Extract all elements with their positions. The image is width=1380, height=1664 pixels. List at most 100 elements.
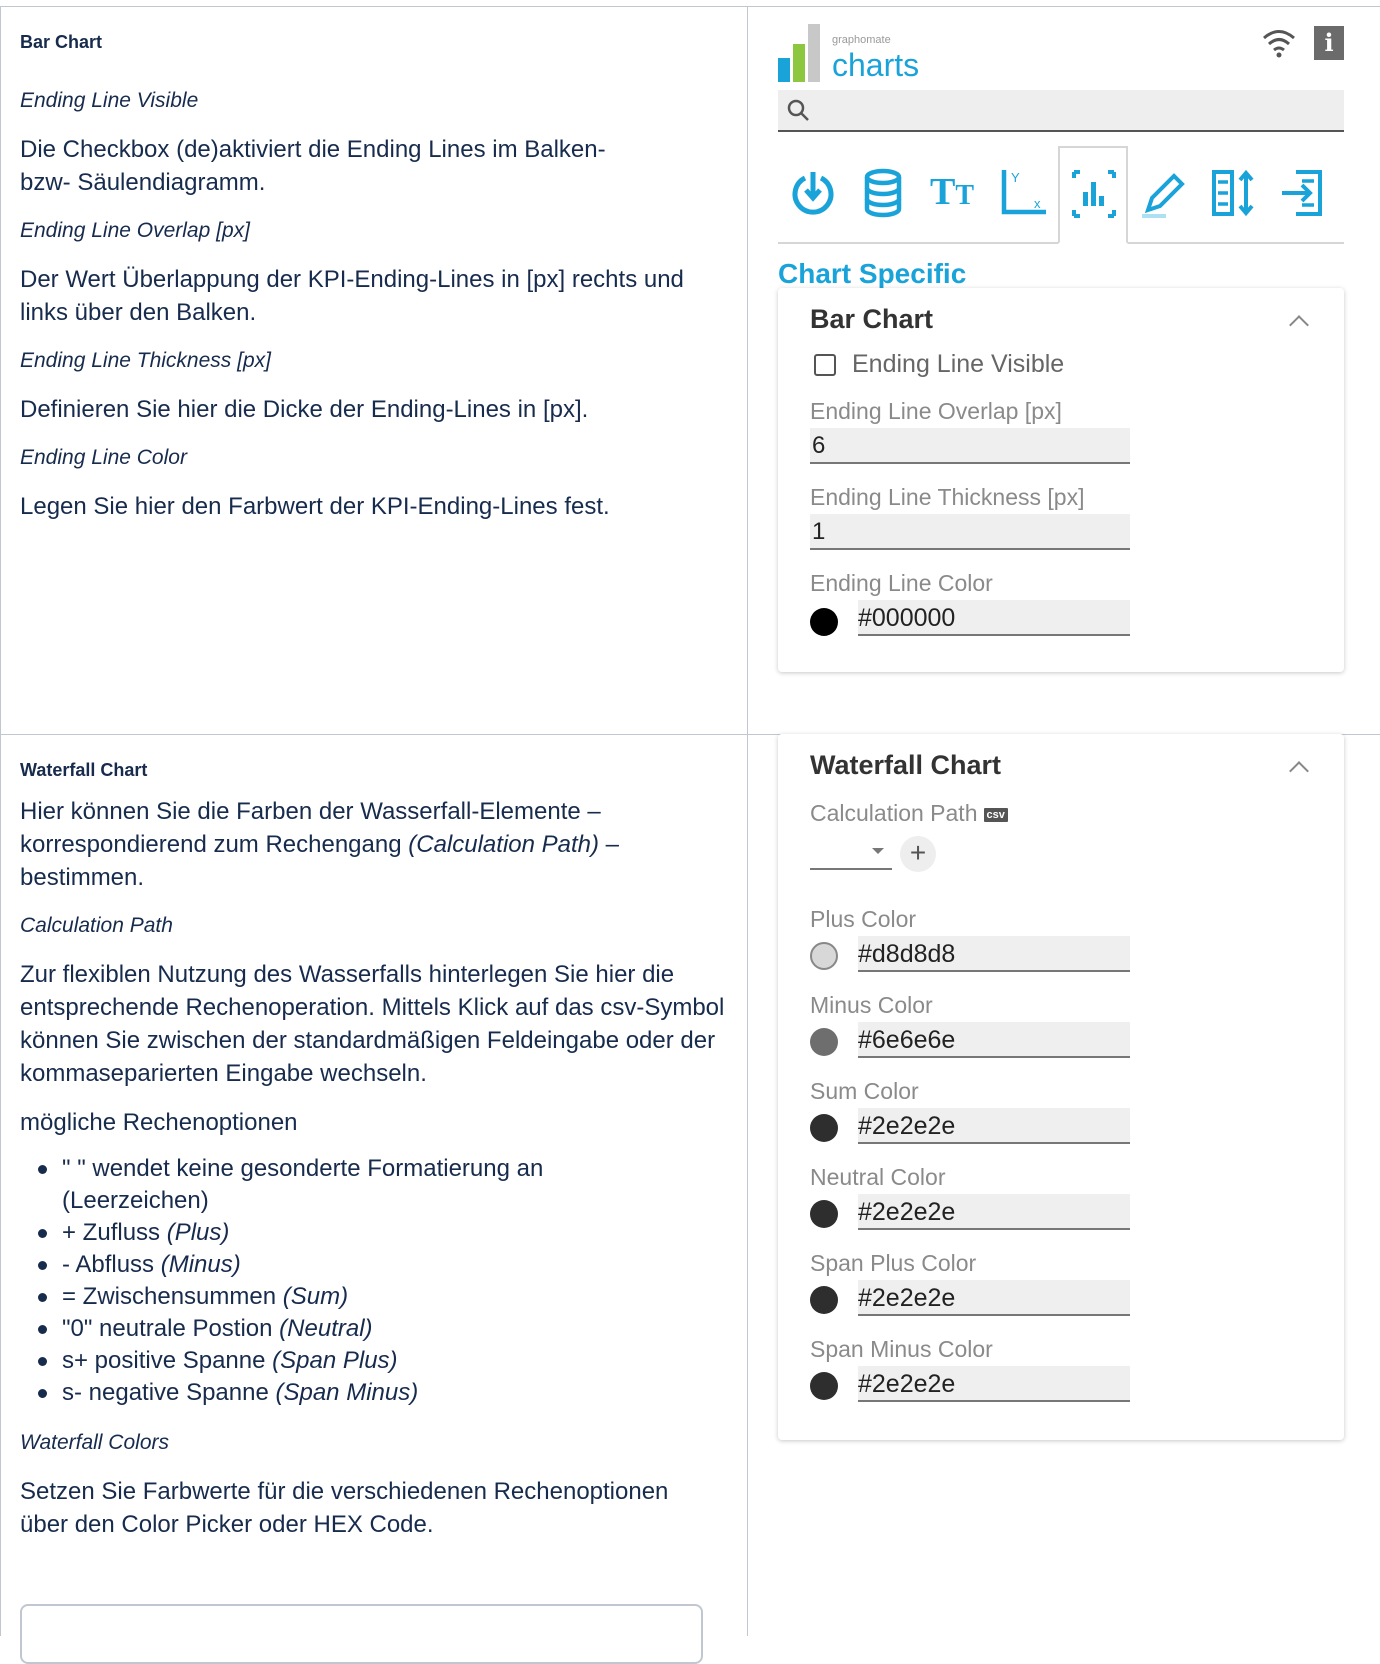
paragraph: Hier können Sie die Farben der Wasserfal… [20,795,710,894]
input-value: 1 [812,518,826,545]
svg-text:x: x [1034,196,1041,211]
list-item: s- negative Spanne (Span Minus) [20,1377,640,1409]
sub-heading: Ending Line Thickness [px] [20,349,271,372]
option-text: "0" neutrale Postion [62,1315,280,1342]
info-panel-box [20,1604,703,1664]
input-value: 6 [812,432,826,459]
card-title: Waterfall Chart [810,750,1002,780]
field-label: Calculation Path csv [810,800,1008,827]
power-icon [792,172,834,215]
tab-style[interactable] [1128,146,1198,242]
option-text: " " wendet keine gesonderte Formatierung… [62,1155,544,1214]
ending-line-color-input[interactable]: #000000 [858,600,1130,636]
table-top-border [0,6,1380,7]
checkbox-label: Ending Line Visible [852,350,1065,378]
sort-icon [1212,169,1254,217]
sub-heading: Ending Line Visible [20,89,199,112]
logo-small-text: graphomate [832,34,891,46]
calc-path-dropdown[interactable] [810,836,892,870]
field-label: Neutral Color [810,1164,946,1190]
field-label: Span Plus Color [810,1250,977,1276]
option-italic: (Minus) [160,1251,241,1278]
paragraph: mögliche Rechenoptionen [20,1109,298,1136]
bar-chart-description: Bar Chart Ending Line Visible Die Checkb… [20,32,740,523]
color-swatch[interactable] [810,942,838,970]
add-calc-path-button[interactable]: + [900,836,936,872]
svg-text:Y: Y [1011,170,1020,185]
table-left-border [0,6,1,1636]
tab-power[interactable] [778,146,848,242]
color-swatch[interactable] [810,1286,838,1314]
waterfall-description: Waterfall Chart Hier können Sie die Farb… [20,760,740,1541]
paragraph: Legen Sie hier den Farbwert der KPI-Endi… [20,493,610,520]
list-item: - Abfluss (Minus) [20,1249,640,1281]
option-text: s- negative Spanne [62,1379,276,1406]
paragraph: Setzen Sie Farbwerte für die verschieden… [20,1478,669,1538]
list-item: "0" neutrale Postion (Neutral) [20,1313,640,1345]
field-label: Ending Line Color [810,570,993,596]
option-text: + Zufluss [62,1219,167,1246]
option-italic: (Neutral) [279,1315,373,1342]
waterfall-chart-card: Waterfall Chart Calculation Path csv + Pl… [778,734,1344,1440]
sub-heading: Ending Line Overlap [px] [20,219,250,242]
ending-line-visible-checkbox[interactable] [814,354,836,376]
option-italic: (Sum) [282,1283,349,1310]
chevron-up-icon[interactable] [1289,761,1309,781]
color-swatch[interactable] [810,1372,838,1400]
search-input[interactable] [778,90,1344,132]
color-swatch[interactable] [810,1028,838,1056]
bar-chart-card: Bar Chart Ending Line Visible Ending Lin… [778,288,1344,672]
table-column-divider [747,6,748,1636]
import-icon [1282,170,1322,216]
tab-axis[interactable]: Y x [988,146,1058,242]
option-italic: (Span Plus) [272,1347,398,1374]
calc-path-label: Calculation Path [810,800,978,826]
sum-color-input[interactable]: #2e2e2e [858,1108,1130,1144]
option-italic: (Span Minus) [275,1379,419,1406]
csv-toggle-icon[interactable]: csv [983,807,1008,822]
list-item: + Zufluss (Plus) [20,1217,640,1249]
field-label: Span Minus Color [810,1336,993,1362]
list-item: = Zwischensummen (Sum) [20,1281,640,1313]
tab-import[interactable] [1268,146,1338,242]
tab-data[interactable] [848,146,918,242]
chevron-up-icon[interactable] [1289,315,1309,335]
option-text: s+ positive Spanne [62,1347,273,1374]
field-label: Sum Color [810,1078,919,1104]
field-label: Ending Line Overlap [px] [810,398,1062,424]
paragraph: Definieren Sie hier die Dicke der Ending… [20,396,589,423]
ending-line-overlap-input[interactable]: 6 [810,428,1130,464]
graphomate-logo: graphomate charts [778,22,938,86]
minus-color-input[interactable]: #6e6e6e [858,1022,1130,1058]
sub-heading: Waterfall Colors [20,1431,169,1454]
paragraph: Zur flexiblen Nutzung des Wasserfalls hi… [20,961,725,1087]
card-title: Bar Chart [810,304,934,334]
span-minus-color-input[interactable]: #2e2e2e [858,1366,1130,1402]
dropdown-arrow-icon [872,848,884,854]
paragraph: Die Checkbox (de)aktiviert die Ending Li… [20,136,606,196]
tab-chart-specific[interactable] [1058,146,1128,244]
tab-sort[interactable] [1198,146,1268,242]
wifi-icon [1262,28,1296,63]
axis-icon: Y x [1001,170,1046,215]
color-swatch[interactable] [810,1200,838,1228]
calc-options-list: " " wendet keine gesonderte Formatierung… [20,1153,640,1409]
database-icon [864,168,902,218]
plus-color-input[interactable]: #d8d8d8 [858,936,1130,972]
tab-text[interactable]: TT [918,146,988,242]
logo-big-text: charts [832,47,920,83]
color-swatch[interactable] [810,608,838,636]
option-text: - Abfluss [62,1251,161,1278]
settings-tabs: TT Y x [778,146,1344,244]
list-item: s+ positive Spanne (Span Plus) [20,1345,640,1377]
section-title: Chart Specific [778,258,967,289]
ending-line-thickness-input[interactable]: 1 [810,514,1130,550]
info-icon[interactable]: i [1314,26,1344,60]
pencil-icon [1142,173,1185,218]
sub-heading: Ending Line Color [20,446,187,469]
neutral-color-input[interactable]: #2e2e2e [858,1194,1130,1230]
span-plus-color-input[interactable]: #2e2e2e [858,1280,1130,1316]
field-label: Plus Color [810,906,917,932]
section-heading: Bar Chart [20,32,103,52]
color-swatch[interactable] [810,1114,838,1142]
